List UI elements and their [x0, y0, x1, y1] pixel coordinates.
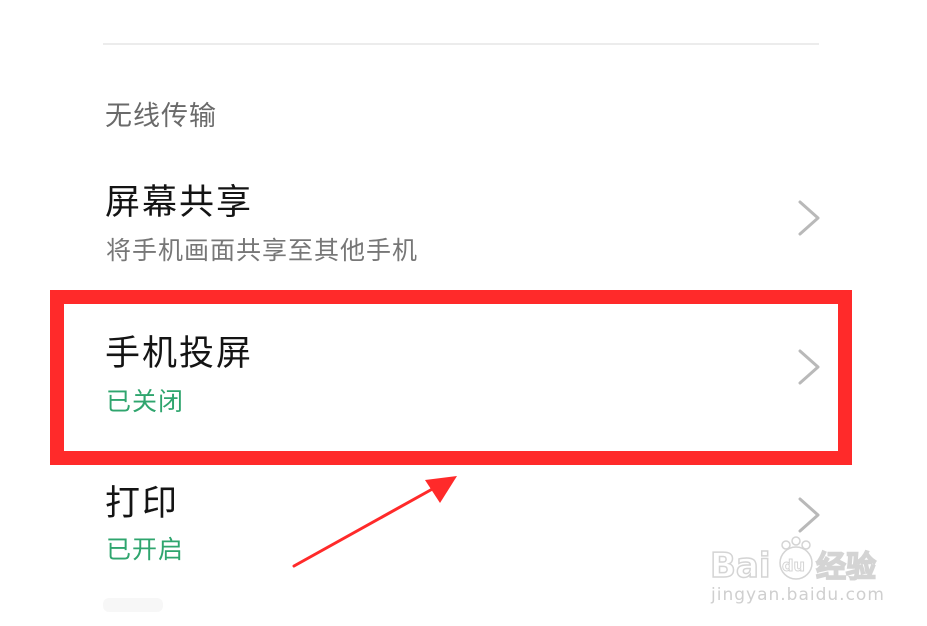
- chevron-right-icon: [796, 198, 822, 238]
- setting-item-print[interactable]: 打印 已开启: [0, 455, 927, 575]
- item-title: 打印: [105, 484, 180, 524]
- item-status: 已关闭: [106, 387, 185, 416]
- watermark-url: jingyan.baidu.com: [711, 585, 885, 605]
- top-divider: [103, 43, 819, 45]
- partial-next-item: [103, 598, 163, 612]
- item-title: 屏幕共享: [105, 183, 254, 223]
- item-subtitle: 将手机画面共享至其他手机: [106, 236, 419, 265]
- chevron-right-icon: [796, 495, 822, 535]
- settings-page: 无线传输 屏幕共享 将手机画面共享至其他手机 手机投屏 已关闭 打印 已开启 B…: [0, 0, 927, 626]
- setting-item-screen-cast[interactable]: 手机投屏 已关闭: [0, 305, 927, 440]
- section-header: 无线传输: [105, 101, 217, 132]
- chevron-right-icon: [796, 347, 822, 387]
- item-title: 手机投屏: [105, 334, 254, 374]
- setting-item-screen-share[interactable]: 屏幕共享 将手机画面共享至其他手机: [0, 150, 927, 275]
- item-status: 已开启: [106, 535, 185, 564]
